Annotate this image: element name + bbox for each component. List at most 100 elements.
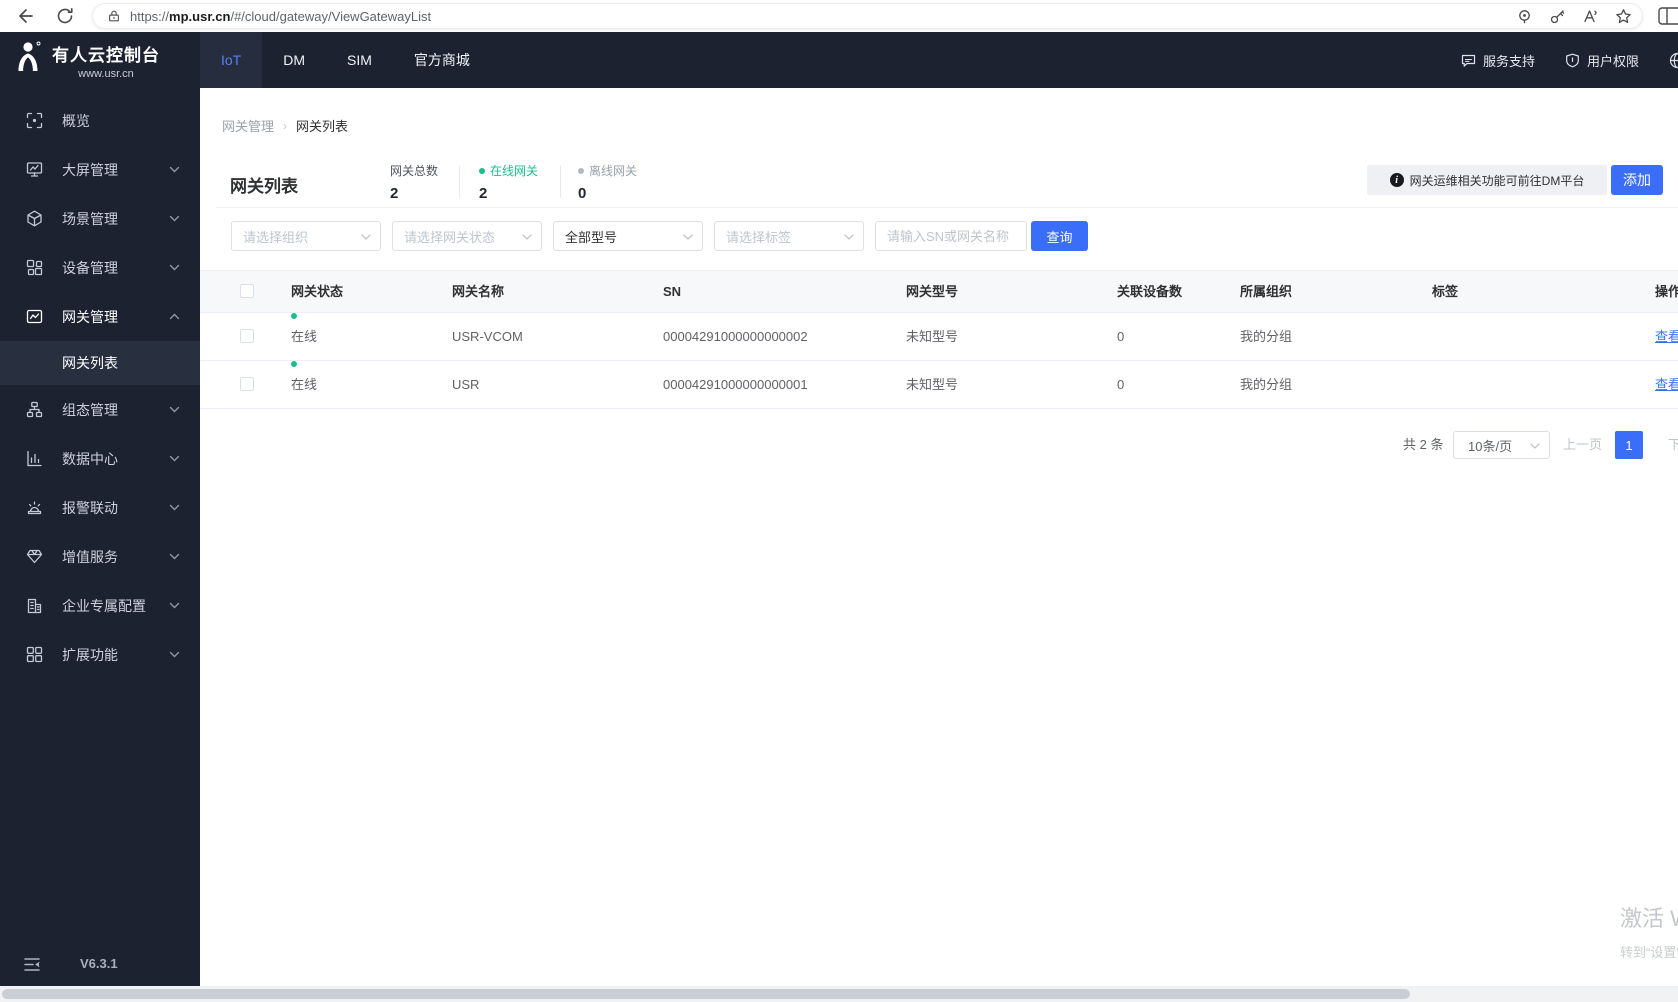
- stat-online-gateways: 在线网关 2: [479, 162, 538, 202]
- sidebar-item-device-mgmt[interactable]: 设备管理: [0, 243, 200, 292]
- model-select[interactable]: 全部型号: [553, 221, 703, 251]
- scrollbar-thumb[interactable]: [2, 989, 1410, 999]
- breadcrumb-gateway-list: 网关列表: [296, 119, 349, 134]
- sidebar-item-label: 概览: [62, 112, 90, 129]
- current-page-button[interactable]: 1: [1615, 431, 1643, 459]
- read-aloud-icon[interactable]: [1582, 8, 1599, 25]
- stat-offline-gateways: 离线网关 0: [578, 162, 637, 202]
- sidebar-item-alarm-linkage[interactable]: 报警联动: [0, 483, 200, 532]
- tab-label: 官方商城: [413, 52, 470, 68]
- chevron-down-icon: [844, 234, 854, 240]
- sidebar-item-overview[interactable]: 概览: [0, 96, 200, 145]
- tab-official-store[interactable]: 官方商城: [393, 32, 491, 88]
- gem-icon: [26, 549, 43, 564]
- add-gateway-button[interactable]: 添加: [1611, 165, 1663, 195]
- sidebar-item-value-added[interactable]: 增值服务: [0, 532, 200, 581]
- header-organization: 所属组织: [1240, 284, 1293, 299]
- stat-value: 2: [390, 185, 399, 202]
- browser-back-icon[interactable]: [14, 6, 34, 26]
- chevron-up-icon: [169, 313, 180, 320]
- row-checkbox[interactable]: [240, 329, 254, 343]
- stat-label: 网关总数: [390, 164, 439, 178]
- site-lock-icon[interactable]: [107, 9, 121, 23]
- org-cell: 我的分组: [1240, 377, 1293, 392]
- sidebar-item-gateway-mgmt[interactable]: 网关管理: [0, 292, 200, 341]
- row-checkbox[interactable]: [240, 377, 254, 391]
- breadcrumb-gateway-mgmt[interactable]: 网关管理: [222, 116, 274, 135]
- stat-label: 在线网关: [479, 162, 538, 179]
- org-select[interactable]: 请选择组织: [231, 221, 381, 251]
- browser-profile-icon[interactable]: [1658, 7, 1678, 25]
- brand-logo[interactable]: 有人云控制台 www.usr.cn: [0, 32, 200, 88]
- sidebar-item-label: 组态管理: [62, 401, 118, 418]
- sidebar-item-label: 设备管理: [62, 259, 118, 276]
- stat-value: 0: [578, 185, 587, 202]
- password-key-icon[interactable]: [1549, 8, 1566, 25]
- table-header: 网关状态 网关名称 SN 网关型号 关联设备数 所属组织 标签 操作: [200, 270, 1678, 313]
- header-sn: SN: [663, 284, 682, 299]
- nav-link-label: 服务支持: [1482, 53, 1535, 69]
- filter-bar: 请选择组织 请选择网关状态 全部型号 请选择标签 查询: [200, 221, 1678, 251]
- select-all-checkbox[interactable]: [240, 284, 254, 298]
- browser-refresh-icon[interactable]: [55, 6, 75, 26]
- gateway-status-select[interactable]: 请选择网关状态: [392, 221, 542, 251]
- tag-select[interactable]: 请选择标签: [714, 221, 864, 251]
- next-page-button[interactable]: 下一页: [1668, 431, 1678, 459]
- usr-person-logo-icon: [18, 41, 41, 71]
- building-icon: [27, 598, 42, 614]
- scene-cube-icon: [27, 210, 42, 227]
- sidebar-item-topology-mgmt[interactable]: 组态管理: [0, 385, 200, 434]
- header-actions: 操作: [1655, 284, 1678, 299]
- stat-value: 2: [479, 185, 488, 202]
- prev-page-button[interactable]: 上一页: [1563, 431, 1602, 459]
- sidebar-item-label: 扩展功能: [62, 646, 118, 663]
- top-navigation: IoT DM SIM 官方商城 服务支持 用户权限: [200, 32, 1678, 88]
- sidebar-subitem-label: 网关列表: [62, 355, 118, 371]
- tag-select-placeholder: 请选择标签: [726, 229, 792, 245]
- sidebar-item-enterprise-config[interactable]: 企业专属配置: [0, 581, 200, 630]
- geolocation-icon[interactable]: [1516, 8, 1533, 25]
- stat-divider: [560, 166, 561, 198]
- brand-title: 有人云控制台: [52, 45, 160, 65]
- sidebar-item-label: 企业专属配置: [62, 597, 146, 614]
- user-permission-link[interactable]: 用户权限: [1565, 51, 1639, 70]
- tab-dm[interactable]: DM: [262, 32, 326, 88]
- org-cell: 我的分组: [1240, 329, 1293, 344]
- model-select-value: 全部型号: [565, 229, 618, 245]
- favorite-star-icon[interactable]: [1615, 8, 1632, 25]
- language-globe-icon[interactable]: [1669, 52, 1678, 69]
- horizontal-scrollbar[interactable]: [0, 986, 1678, 1002]
- gateway-icon: [26, 309, 43, 324]
- sidebar-collapse-icon[interactable]: [24, 957, 40, 972]
- model-cell: 未知型号: [906, 329, 959, 344]
- chat-icon: [1461, 54, 1476, 67]
- view-link[interactable]: 查看: [1655, 313, 1678, 360]
- sidebar-item-screen-mgmt[interactable]: 大屏管理: [0, 145, 200, 194]
- offline-dot: [578, 167, 584, 174]
- page-title: 网关列表: [230, 177, 298, 196]
- chevron-down-icon: [169, 504, 180, 511]
- pagination: 共 2 条 10条/页 上一页 1 下一页: [200, 431, 1678, 459]
- search-button[interactable]: 查询: [1031, 221, 1088, 251]
- page-size-select[interactable]: 10条/页: [1453, 431, 1550, 459]
- sidebar-item-label: 大屏管理: [62, 161, 118, 178]
- chevron-down-icon: [522, 234, 532, 240]
- pagination-total: 共 2 条: [1403, 437, 1444, 452]
- tab-iot[interactable]: IoT: [200, 32, 263, 88]
- chevron-down-icon: [169, 264, 180, 271]
- sidebar-subitem-gateway-list[interactable]: 网关列表: [0, 341, 200, 385]
- view-link[interactable]: 查看: [1655, 361, 1678, 408]
- devices-cell: 0: [1117, 377, 1125, 392]
- sidebar-item-extensions[interactable]: 扩展功能: [0, 630, 200, 679]
- sidebar-item-scene-mgmt[interactable]: 场景管理: [0, 194, 200, 243]
- sn-search-input[interactable]: [875, 221, 1027, 251]
- tab-sim[interactable]: SIM: [326, 32, 393, 88]
- sidebar-item-data-center[interactable]: 数据中心: [0, 434, 200, 483]
- app-version: V6.3.1: [80, 956, 118, 971]
- table-row: 在线 USR-VCOM 00004291000000000002 未知型号 0 …: [200, 313, 1678, 361]
- service-support-link[interactable]: 服务支持: [1461, 51, 1535, 70]
- dm-platform-notice: i 网关运维相关功能可前往DM平台: [1367, 165, 1607, 195]
- sidebar-item-label: 数据中心: [62, 450, 118, 467]
- notice-text: 网关运维相关功能可前往DM平台: [1409, 173, 1585, 188]
- address-bar[interactable]: https://mp.usr.cn/#/cloud/gateway/ViewGa…: [92, 3, 1643, 29]
